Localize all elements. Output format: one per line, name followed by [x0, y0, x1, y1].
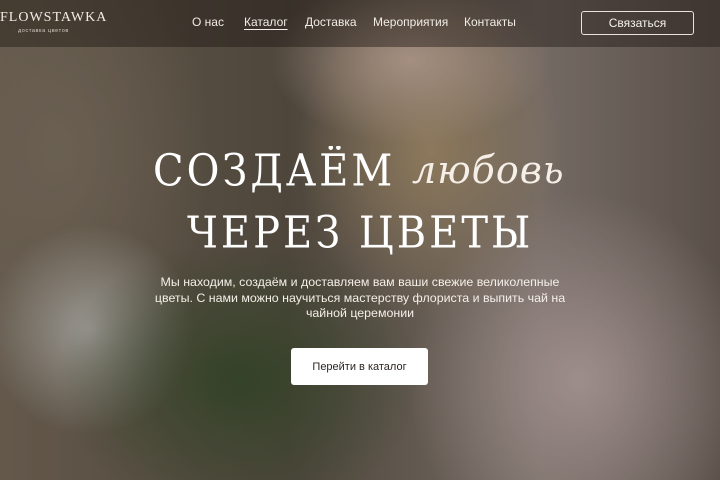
site-header: FLOWSTAWKA доставка цветов О нас Каталог… — [0, 0, 720, 47]
hero-description: Мы находим, создаём и доставляем вам ваш… — [154, 275, 566, 320]
nav-item-catalog[interactable]: Каталог — [244, 15, 288, 29]
nav-item-about[interactable]: О нас — [192, 15, 224, 29]
hero-title-script: любовь — [412, 148, 565, 192]
go-to-catalog-button[interactable]: Перейти в каталог — [291, 348, 428, 385]
nav-item-contacts[interactable]: Контакты — [464, 15, 516, 29]
hero-title-line1: СОЗДАЁМ любовь — [150, 146, 590, 197]
hero-title-line2: ЧЕРЕЗ ЦВЕТЫ — [187, 208, 534, 259]
hero-title-word: СОЗДАЁМ — [153, 146, 396, 197]
nav-item-delivery[interactable]: Доставка — [305, 15, 357, 29]
nav-item-events[interactable]: Мероприятия — [373, 15, 448, 29]
contact-button[interactable]: Связаться — [581, 11, 694, 35]
